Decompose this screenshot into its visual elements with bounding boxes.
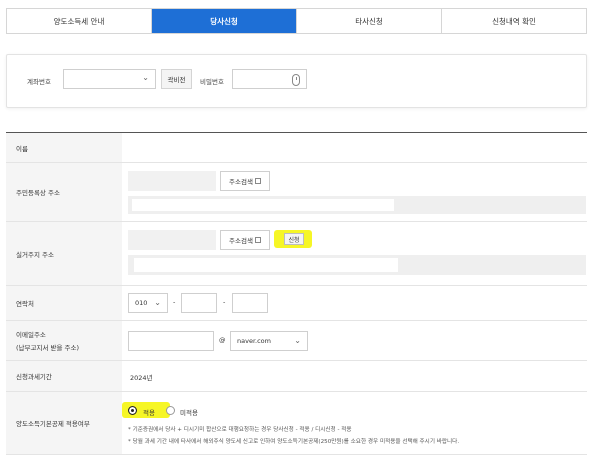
radio-not-apply-label: 미적용 xyxy=(180,409,198,417)
row-basic-deduction: 양도소득기본공제 적용여부 적용 미적용 * 기준증권에서 당사 + 디시기미 … xyxy=(6,392,587,455)
square-icon xyxy=(254,178,261,184)
email-sublabel: (납부고지서 받을 주소) xyxy=(16,344,80,352)
application-form: 이름 주민등록상 주소 주소검색 실거주지 주소 주소검색 신청 연락처 010… xyxy=(6,132,587,455)
radio-apply[interactable] xyxy=(128,406,137,415)
account-panel: 계좌번호 ⌄ 곽비전 비밀번호 xyxy=(6,54,587,108)
apply-button[interactable]: 신청 xyxy=(284,233,304,245)
chevron-down-icon: ⌄ xyxy=(142,73,149,82)
resident-address-detail-input[interactable] xyxy=(132,199,394,211)
deduction-note-1: * 기준증권에서 당사 + 디시기미 합산으로 대행요청하는 경우 당사신청 -… xyxy=(128,427,352,433)
tab-application-history[interactable]: 신청내역 확인 xyxy=(442,9,586,33)
resident-address-search-label: 주소검색 xyxy=(229,178,253,186)
chevron-down-icon: ⌄ xyxy=(294,336,301,345)
row-resident-address: 주민등록상 주소 주소검색 xyxy=(6,163,587,222)
email-domain-select[interactable]: naver.com ⌄ xyxy=(230,331,308,351)
tax-period-value: 2024년 xyxy=(130,374,153,382)
actual-address-label: 실거주지 주소 xyxy=(6,222,122,285)
phone-last-input[interactable] xyxy=(232,293,268,313)
tab-our-company-apply[interactable]: 당사신청 xyxy=(152,9,297,33)
name-value xyxy=(122,133,587,162)
row-name: 이름 xyxy=(6,133,587,163)
email-domain-value: naver.com xyxy=(237,337,271,345)
tab-other-company-apply[interactable]: 타사신청 xyxy=(297,9,442,33)
actual-address-search-label: 주소검색 xyxy=(229,237,253,245)
resident-address-search-button[interactable]: 주소검색 xyxy=(220,171,270,191)
radio-not-apply[interactable] xyxy=(166,406,175,415)
actual-zipcode-input[interactable] xyxy=(128,230,216,250)
email-at-sign: @ xyxy=(219,336,226,344)
radio-apply-label: 적용 xyxy=(143,409,155,417)
phone-prefix-value: 010 xyxy=(135,299,148,307)
deduction-note-2: * 당월 과세 기간 내에 타사에서 해외주식 양도세 신고로 인하여 양도소득… xyxy=(128,439,460,445)
password-label: 비밀번호 xyxy=(200,78,224,86)
row-contact: 연락처 010 ⌄ - - xyxy=(6,286,587,321)
actual-address-search-button[interactable]: 주소검색 xyxy=(220,230,270,250)
email-label: 이메일주소 xyxy=(16,331,46,339)
chevron-down-icon: ⌄ xyxy=(154,298,161,307)
square-icon xyxy=(254,237,261,243)
tab-tax-guide[interactable]: 양도소득세 안내 xyxy=(7,9,152,33)
account-select[interactable]: ⌄ xyxy=(63,69,156,89)
row-tax-period: 신청과세기간 2024년 xyxy=(6,361,587,392)
contact-label: 연락처 xyxy=(6,286,122,320)
actual-address-detail-input[interactable] xyxy=(134,258,398,272)
phone-middle-input[interactable] xyxy=(181,293,217,313)
row-email: 이메일주소 (납부고지서 받을 주소) @ naver.com ⌄ xyxy=(6,321,587,361)
password-input[interactable] xyxy=(232,69,307,89)
row-actual-address: 실거주지 주소 주소검색 신청 xyxy=(6,222,587,286)
phone-separator-2: - xyxy=(223,298,226,306)
resident-zipcode-input[interactable] xyxy=(128,171,216,191)
email-local-input[interactable] xyxy=(128,331,214,351)
basic-deduction-label: 양도소득기본공제 적용여부 xyxy=(6,392,122,454)
phone-prefix-select[interactable]: 010 ⌄ xyxy=(128,293,168,313)
lookup-button[interactable]: 곽비전 xyxy=(161,69,192,89)
account-label: 계좌번호 xyxy=(27,78,51,86)
tax-period-label: 신청과세기간 xyxy=(6,361,122,391)
resident-address-label: 주민등록상 주소 xyxy=(6,163,122,221)
name-label: 이름 xyxy=(6,133,122,162)
phone-separator-1: - xyxy=(173,298,176,306)
mouse-icon[interactable] xyxy=(292,74,300,86)
tab-bar: 양도소득세 안내 당사신청 타사신청 신청내역 확인 xyxy=(6,8,587,34)
